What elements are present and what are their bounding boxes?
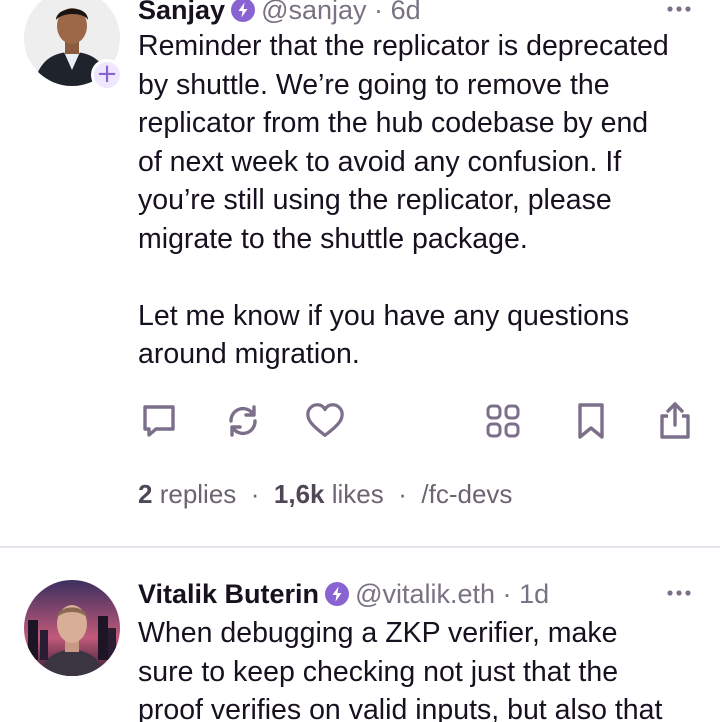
username[interactable]: @vitalik.eth <box>355 579 495 610</box>
bookmark-button[interactable] <box>570 400 612 442</box>
like-icon <box>306 403 344 437</box>
recast-icon <box>229 405 257 437</box>
channel-link[interactable]: /fc-devs <box>421 479 512 509</box>
stats-separator: · <box>250 479 260 509</box>
power-badge-icon <box>231 0 256 22</box>
avatar[interactable] <box>24 580 120 676</box>
power-badge-icon <box>325 582 350 606</box>
reply-icon <box>143 405 175 437</box>
cast-item[interactable]: Vitalik Buterin @vitalik.eth · 1d When d… <box>0 547 720 722</box>
timestamp[interactable]: 1d <box>519 579 549 610</box>
cast-text: Reminder that the replicator is deprecat… <box>138 30 669 370</box>
like-button[interactable] <box>304 400 346 442</box>
cast-item[interactable]: + Sanjay @sanjay · 6d Reminder that the … <box>0 0 720 547</box>
username[interactable]: @sanjay <box>261 0 366 26</box>
recast-button[interactable] <box>222 400 264 442</box>
stats-separator: · <box>398 479 407 509</box>
cast-actions <box>138 400 696 442</box>
cast-header: Sanjay @sanjay · 6d <box>138 0 696 28</box>
share-icon <box>660 402 690 439</box>
reply-button[interactable] <box>138 400 180 442</box>
separator: · <box>502 578 512 609</box>
apps-button[interactable] <box>482 400 524 442</box>
apps-icon <box>486 404 520 438</box>
display-name[interactable]: Sanjay <box>138 0 225 26</box>
cast-stats: 2 replies · 1,6k likes · /fc-devs <box>138 479 512 510</box>
avatar-image <box>24 580 120 676</box>
display-name[interactable]: Vitalik Buterin <box>138 579 319 610</box>
cast-text: When debugging a ZKP verifier, make sure… <box>138 617 663 722</box>
replies-link[interactable]: 2 replies <box>138 479 236 509</box>
more-icon[interactable] <box>664 578 694 608</box>
likes-link[interactable]: 1,6k likes <box>274 479 384 509</box>
follow-button[interactable]: + <box>91 59 123 91</box>
share-button[interactable] <box>654 400 696 442</box>
cast-header: Vitalik Buterin @vitalik.eth · 1d <box>138 576 696 612</box>
timestamp[interactable]: 6d <box>391 0 421 26</box>
separator: · <box>374 0 384 25</box>
more-icon[interactable] <box>664 0 694 24</box>
bookmark-icon <box>578 403 604 439</box>
